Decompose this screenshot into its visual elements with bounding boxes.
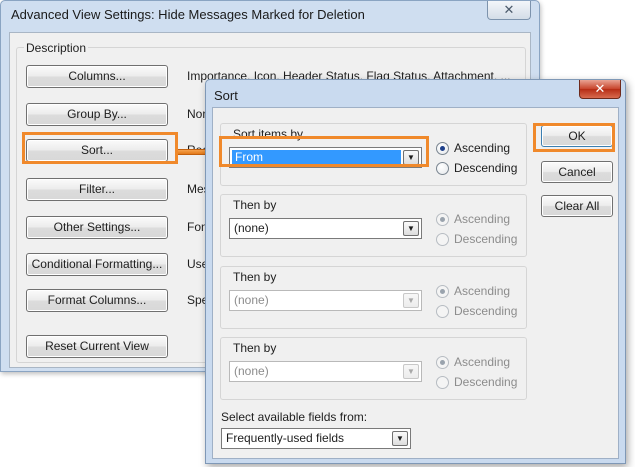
sort-dialog-client: Sort items by From ▼ Ascending Descendin… [212,107,619,459]
reset-current-view-button[interactable]: Reset Current View [26,335,168,358]
sort-1-ascending-label: Ascending [454,141,511,155]
sort-items-by-label: Sort items by [231,127,306,141]
format-columns-description: Specify the display formats for each fie… [187,293,207,307]
fields-from-value: Frequently-used fields [226,431,345,445]
cancel-button[interactable]: Cancel [541,161,613,183]
sort-items-by-group: Sort items by From ▼ Ascending Descendin… [220,123,527,186]
then-by-label-2: Then by [231,270,279,284]
sort-4-descending-label: Descending [454,375,518,389]
format-columns-button[interactable]: Format Columns... [26,289,168,312]
sort-button[interactable]: Sort... [26,139,168,162]
sort-2-descending-label: Descending [454,232,518,246]
sort-1-ascending-radio[interactable] [436,142,449,155]
sort-close-icon[interactable]: ✕ [579,80,621,99]
sort-field-4-dropdown[interactable]: (none) ▼ [229,361,422,382]
group-by-button[interactable]: Group By... [26,103,168,126]
then-by-label-1: Then by [231,198,279,212]
sort-dialog: Sort ✕ Sort items by From ▼ Ascending De… [205,79,626,464]
advanced-view-title: Advanced View Settings: Hide Messages Ma… [11,7,365,22]
sort-3-descending-radio[interactable] [436,305,449,318]
fields-from-dropdown[interactable]: Frequently-used fields ▼ [221,428,411,449]
clear-all-button[interactable]: Clear All [541,195,613,217]
then-by-label-3: Then by [231,341,279,355]
sort-4-ascending-radio[interactable] [436,356,449,369]
sort-dialog-title: Sort [214,88,238,103]
sort-field-3-dropdown[interactable]: (none) ▼ [229,290,422,311]
sort-field-3-value: (none) [234,293,269,307]
sort-field-2-dropdown[interactable]: (none) ▼ [229,218,422,239]
conditional-formatting-description: User defined fonts on each message [187,257,207,271]
conditional-formatting-button[interactable]: Conditional Formatting... [26,253,168,276]
sort-1-descending-radio[interactable] [436,162,449,175]
sort-3-ascending-label: Ascending [454,284,511,298]
sort-1-descending-label: Descending [454,161,518,175]
other-settings-description: Fonts and other Table View settings [187,220,207,234]
filter-button[interactable]: Filter... [26,178,168,201]
then-by-group-3: Then by (none) ▼ Ascending Descending [220,337,527,400]
other-settings-button[interactable]: Other Settings... [26,216,168,239]
sort-field-4-value: (none) [234,364,269,378]
sort-2-ascending-label: Ascending [454,212,511,226]
fields-from-label: Select available fields from: [221,410,368,424]
columns-button[interactable]: Columns... [26,65,168,88]
sort-3-descending-label: Descending [454,304,518,318]
then-by-group-1: Then by (none) ▼ Ascending Descending [220,194,527,257]
sort-4-descending-radio[interactable] [436,376,449,389]
sort-2-descending-radio[interactable] [436,233,449,246]
chevron-down-icon[interactable]: ▼ [403,150,419,165]
then-by-group-2: Then by (none) ▼ Ascending Descending [220,266,527,329]
description-label: Description [24,41,89,55]
chevron-down-icon[interactable]: ▼ [392,431,408,446]
sort-2-ascending-radio[interactable] [436,213,449,226]
sort-3-ascending-radio[interactable] [436,285,449,298]
advanced-view-close-icon[interactable]: ✕ [487,1,531,20]
sort-field-2-value: (none) [234,221,269,235]
sort-4-ascending-label: Ascending [454,355,511,369]
ok-button[interactable]: OK [541,125,613,147]
chevron-down-icon[interactable]: ▼ [403,364,419,379]
chevron-down-icon[interactable]: ▼ [403,293,419,308]
sort-field-1-dropdown[interactable]: From ▼ [229,147,422,168]
sort-field-1-value: From [235,150,263,164]
chevron-down-icon[interactable]: ▼ [403,221,419,236]
filter-description: Messages: Off [187,182,207,196]
